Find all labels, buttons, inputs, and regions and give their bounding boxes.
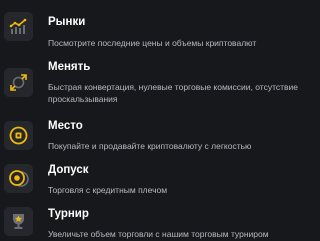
markets-chart-icon bbox=[4, 12, 33, 41]
menu-item-margin[interactable]: Допуск Торговля с кредитным плечом bbox=[0, 160, 307, 200]
menu-item-description: Посмотрите последние цены и объемы крипт… bbox=[48, 38, 257, 48]
menu-item-title: Рынки bbox=[48, 16, 86, 28]
menu-item-description: Покупайте и продавайте криптовалюту с ле… bbox=[48, 141, 252, 151]
spot-coin-icon bbox=[4, 121, 33, 150]
menu-item-title: Место bbox=[48, 120, 83, 132]
menu-item-title: Турнир bbox=[48, 208, 89, 220]
menu-item-description: Увеличьте объем торговли с нашим торговы… bbox=[48, 229, 269, 239]
menu-item-convert[interactable]: Менять Быстрая конвертация, нулевые торг… bbox=[0, 57, 307, 109]
menu-item-tournament[interactable]: Турнир Увеличьте объем торговли с нашим … bbox=[0, 203, 307, 241]
menu-item-description: Торговля с кредитным плечом bbox=[48, 185, 168, 195]
tournament-trophy-icon bbox=[4, 207, 33, 236]
menu-item-description: Быстрая конвертация, нулевые торговые ко… bbox=[48, 82, 299, 104]
menu-item-title: Допуск bbox=[48, 164, 89, 176]
menu-item-markets[interactable]: Рынки Посмотрите последние цены и объемы… bbox=[0, 0, 307, 48]
trade-dropdown-menu: Рынки Посмотрите последние цены и объемы… bbox=[0, 0, 307, 241]
menu-item-spot[interactable]: Место Покупайте и продавайте криптовалют… bbox=[0, 116, 307, 156]
margin-coin-icon bbox=[4, 164, 33, 193]
menu-item-title: Менять bbox=[48, 61, 91, 73]
convert-arrows-icon bbox=[4, 68, 33, 97]
